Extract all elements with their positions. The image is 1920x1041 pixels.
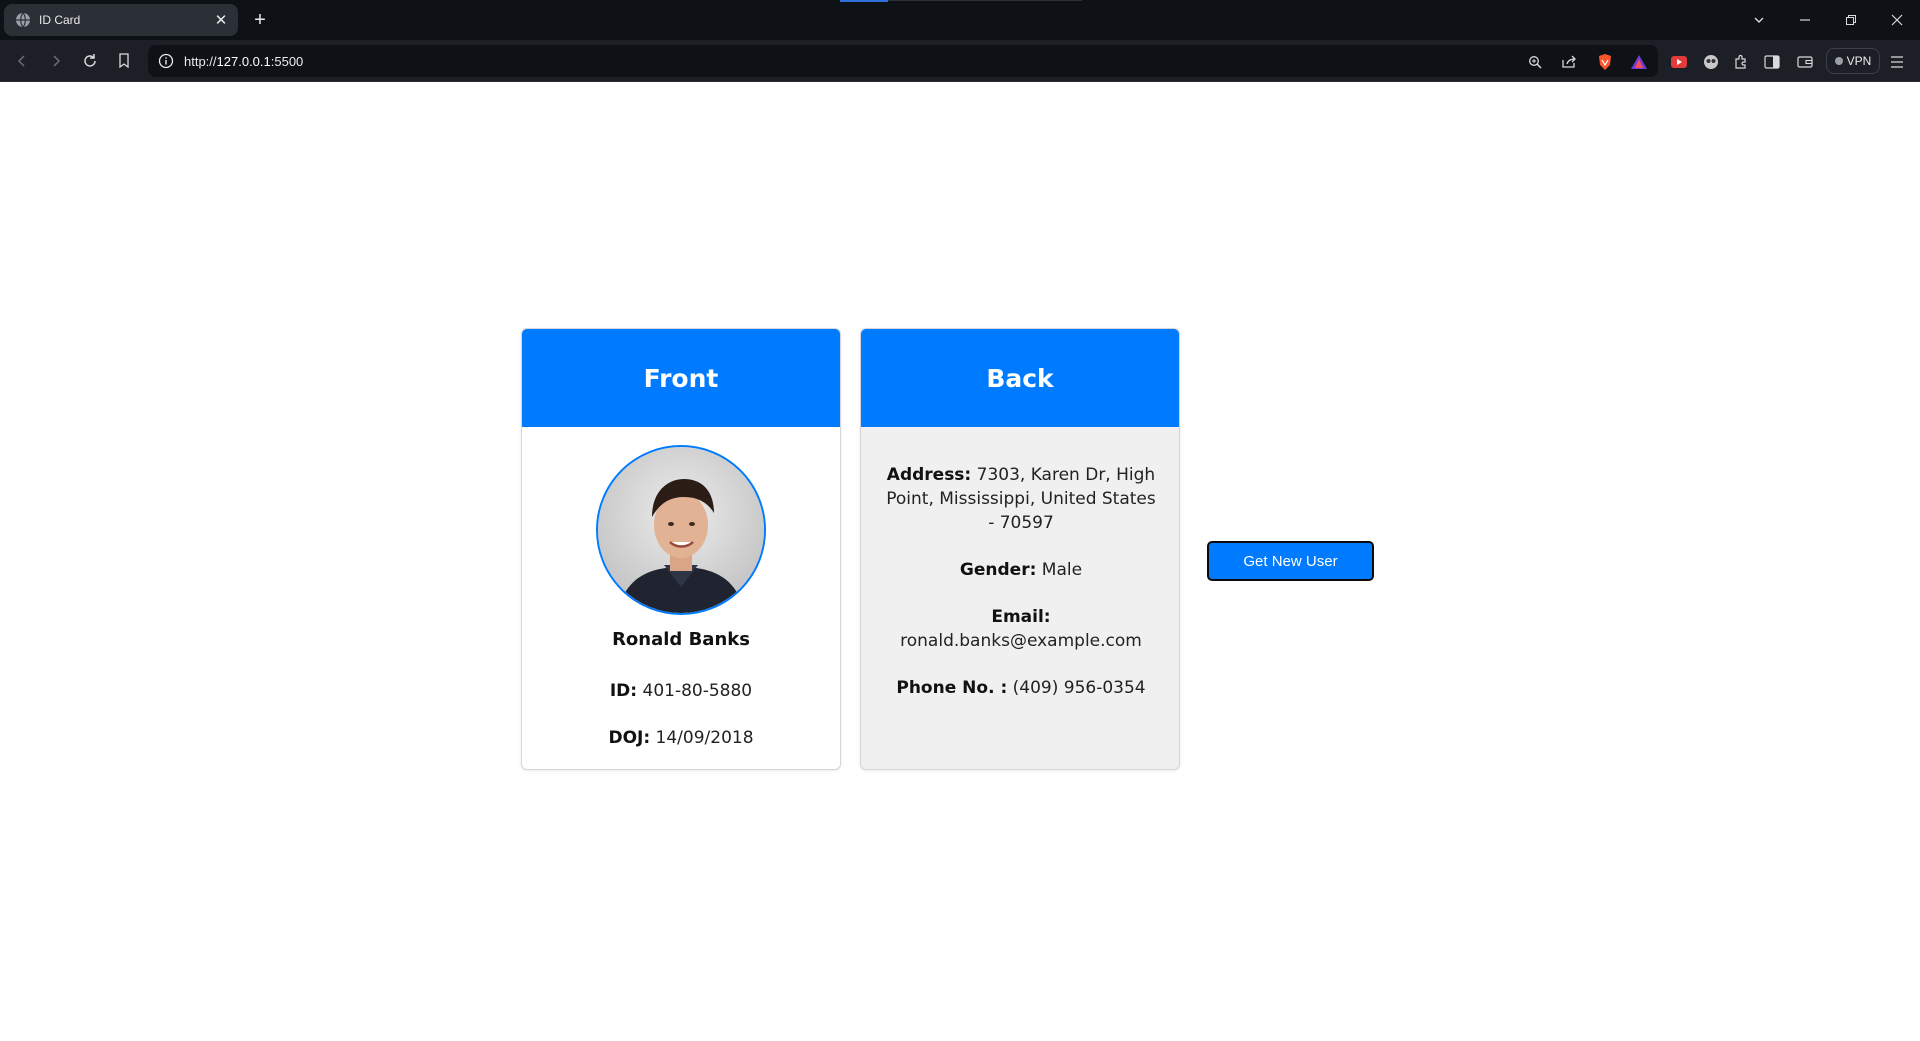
- id-value: 401-80-5880: [642, 681, 753, 701]
- address-row: Address: 7303, Karen Dr, High Point, Mis…: [881, 463, 1161, 535]
- share-icon[interactable]: [1560, 53, 1578, 71]
- gender-label: Gender:: [959, 560, 1037, 580]
- address-bar[interactable]: http://127.0.0.1:5500: [148, 45, 1658, 77]
- vpn-label: VPN: [1846, 54, 1872, 68]
- id-card-back: Back Address: 7303, Karen Dr, High Point…: [860, 328, 1180, 770]
- avatar: [596, 445, 766, 615]
- doj-label: DOJ:: [608, 728, 651, 748]
- id-label: ID:: [609, 681, 638, 701]
- email-label: Email:: [991, 607, 1051, 627]
- brave-rewards-icon[interactable]: [1630, 53, 1648, 71]
- doj-value: 14/09/2018: [655, 728, 754, 748]
- tab-strip-accent: [840, 0, 888, 2]
- tab-search-chevron-icon[interactable]: [1736, 0, 1782, 40]
- wallet-icon[interactable]: [1796, 53, 1814, 71]
- restore-window-icon[interactable]: [1828, 0, 1874, 40]
- vpn-status-dot-icon: [1834, 57, 1843, 65]
- gender-value: Male: [1041, 560, 1083, 580]
- phone-row: Phone No. : (409) 956-0354: [881, 676, 1161, 700]
- extension-red-icon[interactable]: [1670, 53, 1688, 71]
- gender-row: Gender: Male: [881, 558, 1161, 582]
- phone-label: Phone No. :: [896, 678, 1008, 698]
- extensions-puzzle-icon[interactable]: [1732, 53, 1750, 71]
- site-info-icon[interactable]: [158, 53, 174, 69]
- close-tab-icon[interactable]: ✕: [210, 9, 232, 31]
- phone-value: (409) 956-0354: [1012, 678, 1146, 698]
- vpn-button[interactable]: VPN: [1826, 48, 1880, 74]
- id-card-front: Front Ronald Banks ID: 401-80-5880 DOJ: …: [521, 328, 841, 770]
- email-row: Email: ronald.banks@example.com: [881, 605, 1161, 653]
- reload-icon[interactable]: [78, 49, 102, 73]
- get-new-user-button[interactable]: Get New User: [1207, 541, 1374, 581]
- bookmark-icon[interactable]: [112, 49, 136, 73]
- page-content: Front Ronald Banks ID: 401-80-5880 DOJ: …: [0, 82, 1920, 1041]
- doj-row: DOJ: 14/09/2018: [522, 728, 840, 748]
- browser-toolbar: http://127.0.0.1:5500 VPN: [0, 40, 1920, 82]
- browser-tab-id-card[interactable]: ID Card ✕: [4, 4, 238, 36]
- globe-icon: [16, 12, 30, 28]
- brave-shields-icon[interactable]: [1596, 53, 1614, 71]
- url-text: http://127.0.0.1:5500: [184, 53, 304, 69]
- menu-hamburger-icon[interactable]: [1888, 53, 1906, 71]
- zoom-icon[interactable]: [1526, 53, 1544, 71]
- address-label: Address:: [886, 465, 972, 485]
- forward-arrow-icon[interactable]: [44, 49, 68, 73]
- new-tab-button[interactable]: +: [248, 8, 272, 32]
- minimize-window-icon[interactable]: [1782, 0, 1828, 40]
- tab-title: ID Card: [39, 13, 81, 27]
- back-card-header: Back: [861, 329, 1179, 427]
- user-photo: [598, 447, 764, 613]
- sidebar-toggle-icon[interactable]: [1763, 53, 1781, 71]
- front-card-header: Front: [522, 329, 840, 427]
- browser-tab-strip: ID Card ✕ +: [0, 0, 1920, 40]
- back-arrow-icon[interactable]: [10, 49, 34, 73]
- email-value: ronald.banks@example.com: [900, 631, 1142, 651]
- back-card-details: Address: 7303, Karen Dr, High Point, Mis…: [881, 463, 1161, 723]
- extension-face-icon[interactable]: [1702, 53, 1720, 71]
- tab-strip-divider: [888, 0, 1082, 1]
- id-row: ID: 401-80-5880: [522, 681, 840, 701]
- user-name: Ronald Banks: [612, 629, 750, 650]
- close-window-icon[interactable]: [1874, 0, 1920, 40]
